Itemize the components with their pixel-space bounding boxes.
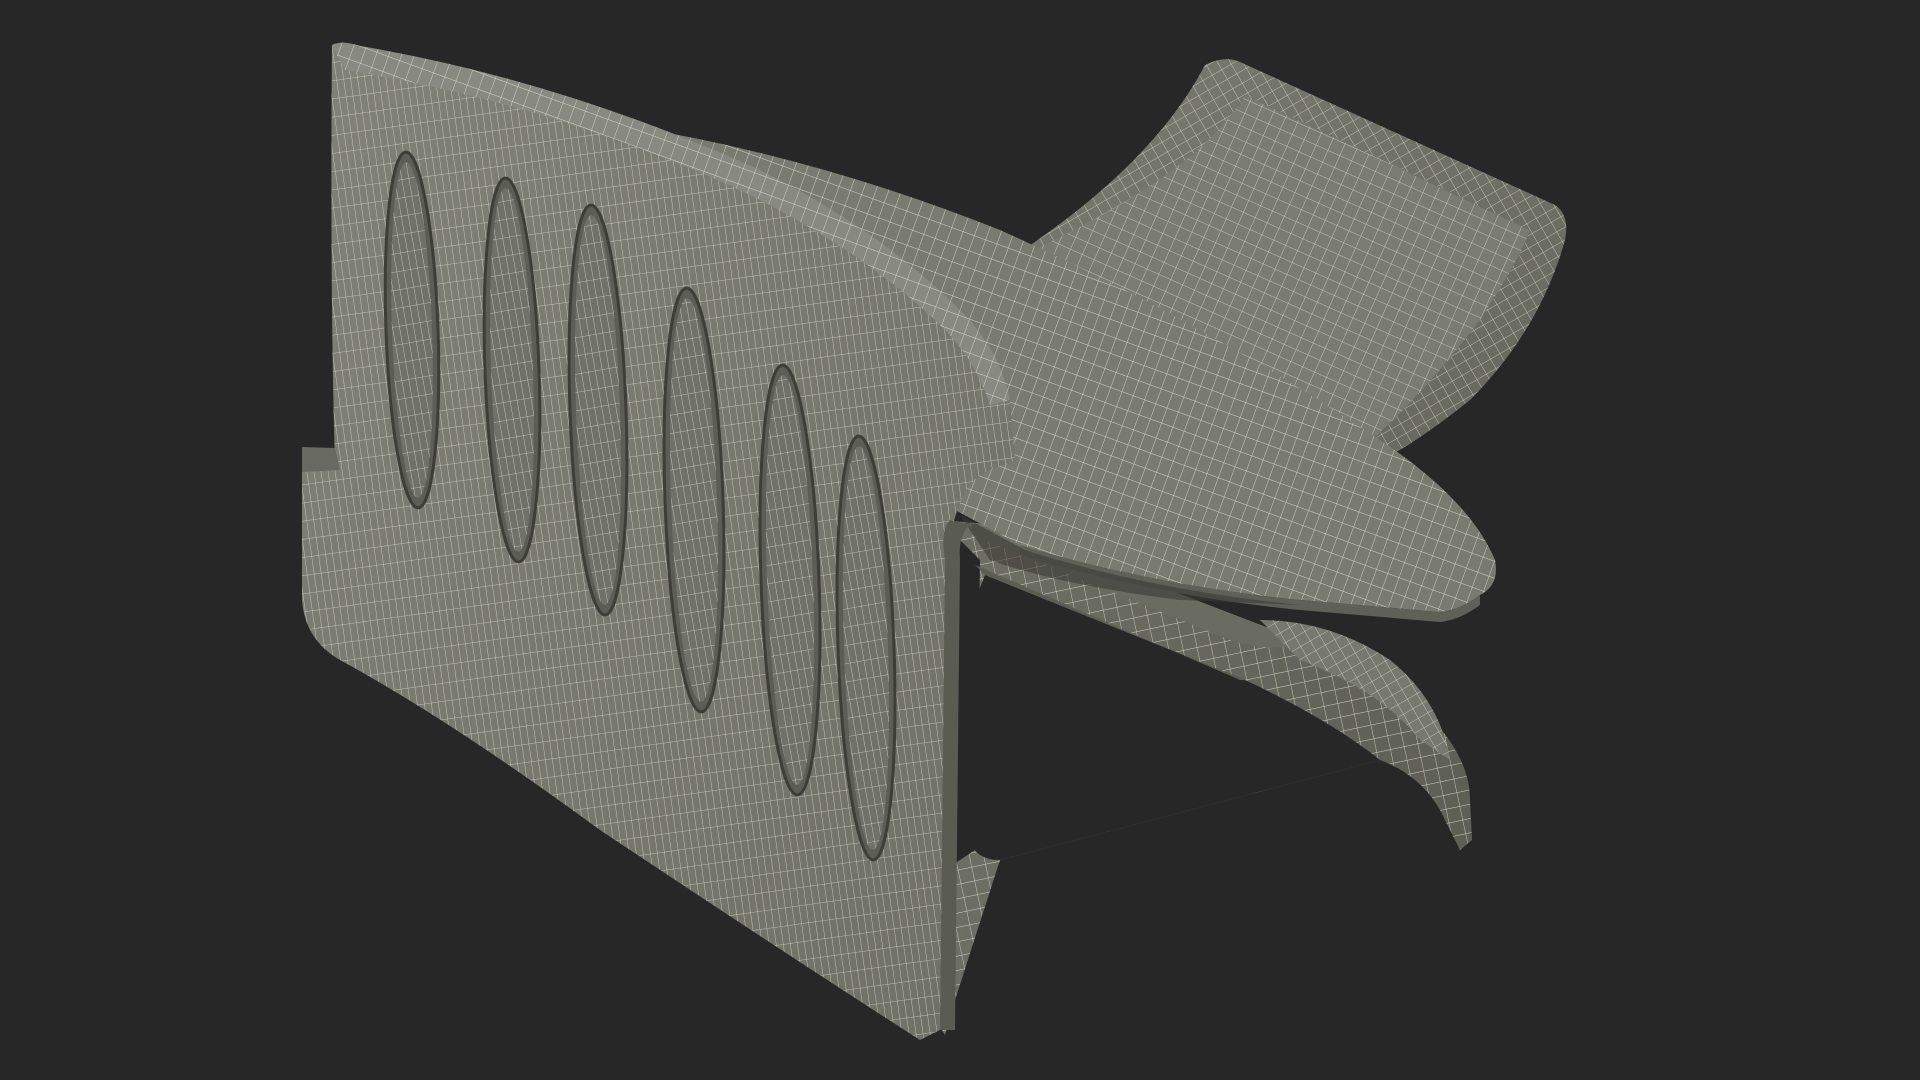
wireframe-model [302,42,1567,1040]
3d-viewport[interactable] [0,0,1920,1080]
